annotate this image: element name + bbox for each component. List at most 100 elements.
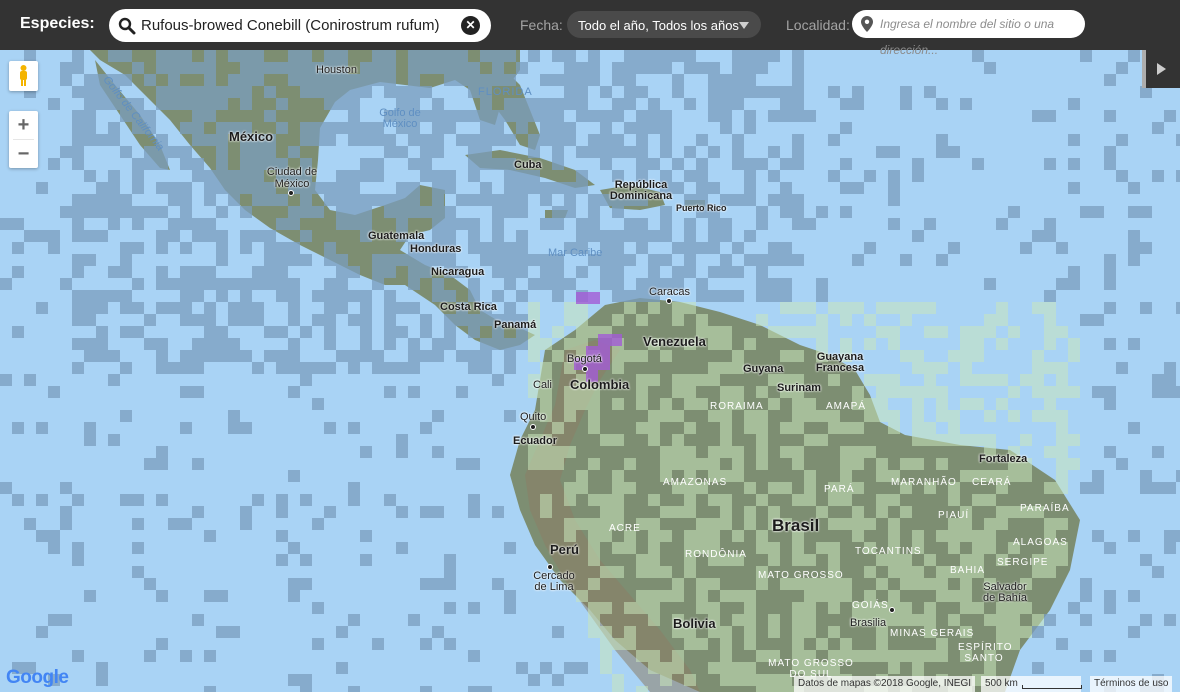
grid-cell xyxy=(48,542,60,554)
grid-cell xyxy=(744,182,756,194)
grid-cell xyxy=(600,602,612,614)
grid-cell xyxy=(240,170,252,182)
grid-cell xyxy=(684,254,696,266)
grid-cell xyxy=(516,326,528,338)
grid-cell xyxy=(1044,362,1056,374)
grid-cell xyxy=(1140,614,1152,626)
grid-cell xyxy=(1128,50,1140,62)
grid-cell xyxy=(540,362,552,374)
grid-cell xyxy=(156,182,168,194)
grid-cell xyxy=(324,302,336,314)
zoom-in-button[interactable]: + xyxy=(9,111,38,139)
grid-cell xyxy=(48,530,60,542)
grid-cell xyxy=(708,74,720,86)
grid-cell xyxy=(420,266,432,278)
grid-cell xyxy=(396,146,408,158)
grid-cell xyxy=(276,290,288,302)
side-panel-toggle-button[interactable] xyxy=(1142,50,1180,88)
grid-cell xyxy=(732,50,744,62)
grid-cell xyxy=(72,50,84,62)
grid-cell xyxy=(744,254,756,266)
grid-cell xyxy=(564,410,576,422)
grid-cell xyxy=(120,110,132,122)
grid-cell xyxy=(1104,302,1116,314)
grid-cell xyxy=(12,422,24,434)
grid-cell xyxy=(636,398,648,410)
grid-cell xyxy=(132,278,144,290)
grid-cell xyxy=(840,650,852,662)
grid-cell xyxy=(612,686,624,692)
street-view-pegman-button[interactable] xyxy=(9,61,38,91)
grid-cell xyxy=(516,266,528,278)
grid-cell xyxy=(384,314,396,326)
grid-cell xyxy=(72,62,84,74)
grid-cell xyxy=(468,362,480,374)
grid-cell xyxy=(480,362,492,374)
grid-cell xyxy=(876,470,888,482)
grid-cell xyxy=(432,254,444,266)
grid-cell xyxy=(720,326,732,338)
grid-cell xyxy=(480,98,492,110)
grid-cell xyxy=(936,386,948,398)
grid-cell xyxy=(540,98,552,110)
grid-cell xyxy=(696,602,708,614)
scale-label[interactable]: 500 km xyxy=(981,676,1081,692)
date-dropdown[interactable]: Todo el año, Todos los años xyxy=(567,11,761,38)
grid-cell xyxy=(864,518,876,530)
grid-cell xyxy=(924,578,936,590)
grid-cell xyxy=(468,314,480,326)
grid-cell xyxy=(36,302,48,314)
grid-cell xyxy=(792,542,804,554)
grid-cell xyxy=(900,506,912,518)
grid-cell xyxy=(492,374,504,386)
grid-cell xyxy=(444,290,456,302)
grid-cell xyxy=(420,350,432,362)
grid-cell xyxy=(708,86,720,98)
map-canvas[interactable]: Houston FLORIDA Golfo de California Golf… xyxy=(0,50,1180,692)
grid-cell xyxy=(708,62,720,74)
grid-cell xyxy=(252,182,264,194)
grid-cell xyxy=(600,638,612,650)
grid-cell xyxy=(84,314,96,326)
grid-cell xyxy=(312,74,324,86)
grid-cell xyxy=(756,530,768,542)
grid-cell xyxy=(684,674,696,686)
grid-cell xyxy=(780,386,792,398)
zoom-out-button[interactable]: − xyxy=(9,140,38,168)
grid-cell xyxy=(192,350,204,362)
grid-cell xyxy=(612,470,624,482)
grid-cell xyxy=(912,422,924,434)
grid-cell xyxy=(480,314,492,326)
grid-cell xyxy=(240,518,252,530)
grid-cell xyxy=(636,566,648,578)
locality-input[interactable]: Ingresa el nombre del sitio o una direcc… xyxy=(852,10,1085,57)
grid-cell xyxy=(564,386,576,398)
grid-cell xyxy=(972,554,984,566)
grid-cell xyxy=(444,170,456,182)
grid-cell xyxy=(1128,230,1140,242)
map-attribution[interactable]: Datos de mapas ©2018 Google, INEGI xyxy=(794,676,976,692)
grid-cell xyxy=(624,530,636,542)
grid-cell xyxy=(840,206,852,218)
grid-cell xyxy=(396,98,408,110)
grid-cell xyxy=(180,50,192,62)
grid-cell xyxy=(996,302,1008,314)
grid-cell xyxy=(804,470,816,482)
species-search-input[interactable]: Rufous-browed Conebill (Conirostrum rufu… xyxy=(109,9,491,42)
grid-cell xyxy=(816,314,828,326)
grid-cell xyxy=(444,566,456,578)
grid-cell xyxy=(96,338,108,350)
grid-cell xyxy=(1128,530,1140,542)
grid-cell xyxy=(1008,626,1020,638)
grid-cell xyxy=(168,146,180,158)
clear-search-icon[interactable]: ✕ xyxy=(461,16,480,35)
grid-cell xyxy=(324,326,336,338)
grid-cell xyxy=(528,146,540,158)
grid-cell xyxy=(216,158,228,170)
grid-cell xyxy=(264,278,276,290)
grid-cell xyxy=(336,626,348,638)
terms-link[interactable]: Términos de uso xyxy=(1090,676,1173,692)
grid-cell xyxy=(612,290,624,302)
grid-cell xyxy=(300,254,312,266)
grid-cell xyxy=(300,362,312,374)
